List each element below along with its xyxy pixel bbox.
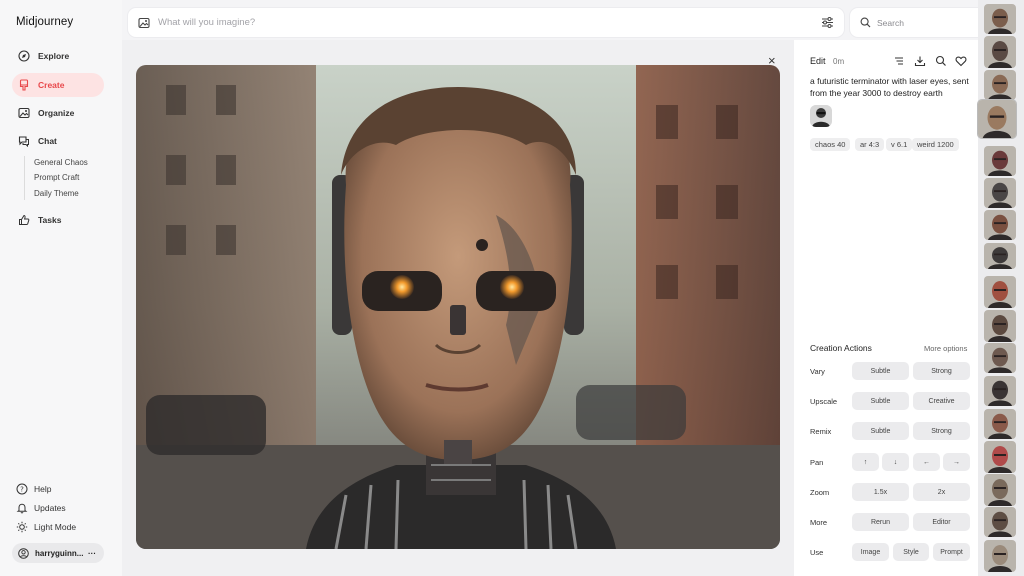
sidebar-item-explore[interactable]: Explore xyxy=(12,44,104,68)
bell-icon xyxy=(16,502,28,514)
svg-text:?: ? xyxy=(20,486,24,494)
search-bar[interactable] xyxy=(850,8,995,37)
zoom-2x-button[interactable]: 2x xyxy=(913,483,970,501)
history-thumbnail[interactable] xyxy=(984,409,1016,439)
more-icon[interactable]: ··· xyxy=(88,549,96,558)
sidebar-item-label: Chat xyxy=(38,136,57,146)
use-label: Use xyxy=(810,548,824,557)
filter-lines-icon[interactable] xyxy=(893,55,905,67)
more-options-link[interactable]: More options xyxy=(924,344,967,353)
history-thumbnail[interactable] xyxy=(984,146,1016,176)
chat-icon xyxy=(18,135,30,147)
sun-icon xyxy=(16,521,28,533)
upscale-subtle-button[interactable]: Subtle xyxy=(852,392,909,410)
rerun-button[interactable]: Rerun xyxy=(852,513,909,531)
pan-up-button[interactable]: ↑ xyxy=(852,453,879,471)
brush-icon xyxy=(18,79,30,91)
param-aspect-ratio[interactable]: ar 4:3 xyxy=(855,138,885,151)
param-chaos[interactable]: chaos 40 xyxy=(810,138,851,151)
use-style-button[interactable]: Style xyxy=(893,543,929,561)
pan-right-button[interactable]: → xyxy=(943,453,970,471)
history-thumbnail[interactable] xyxy=(984,276,1016,308)
sidebar-item-updates[interactable]: Updates xyxy=(16,502,66,514)
sidebar-item-tasks[interactable]: Tasks xyxy=(12,208,104,232)
use-prompt-button[interactable]: Prompt xyxy=(933,543,970,561)
history-thumbnail[interactable] xyxy=(984,507,1016,537)
help-icon: ? xyxy=(16,483,28,495)
sidebar-item-label: Organize xyxy=(38,108,75,118)
settings-sliders-icon[interactable] xyxy=(821,16,834,29)
image-icon xyxy=(18,107,30,119)
history-thumbnail[interactable] xyxy=(984,343,1016,373)
vary-label: Vary xyxy=(810,367,825,376)
history-thumbnail[interactable] xyxy=(984,243,1016,269)
sidebar-item-label: Updates xyxy=(34,503,66,513)
sidebar-item-organize[interactable]: Organize xyxy=(12,101,104,125)
author-avatar[interactable] xyxy=(810,105,832,127)
thumbs-up-icon xyxy=(18,214,30,226)
generated-image[interactable] xyxy=(136,65,780,549)
chat-room-daily-theme[interactable]: Daily Theme xyxy=(34,189,79,198)
prompt-text[interactable]: a futuristic terminator with laser eyes,… xyxy=(810,75,972,99)
use-image-button[interactable]: Image xyxy=(852,543,889,561)
pan-down-button[interactable]: ↓ xyxy=(882,453,909,471)
sidebar-item-help[interactable]: ? Help xyxy=(16,483,51,495)
avatar xyxy=(18,547,29,559)
search-input[interactable] xyxy=(877,17,977,28)
vary-strong-button[interactable]: Strong xyxy=(913,362,970,380)
history-thumbnail[interactable] xyxy=(984,4,1016,34)
image-age: 0m xyxy=(833,57,845,66)
upscale-label: Upscale xyxy=(810,397,838,406)
edit-button[interactable]: Edit xyxy=(810,56,826,66)
history-thumbnail[interactable] xyxy=(984,376,1016,406)
param-weird[interactable]: weird 1200 xyxy=(912,138,959,151)
history-thumbnail[interactable] xyxy=(978,100,1016,138)
history-thumbnail[interactable] xyxy=(984,540,1016,572)
sidebar: Midjourney Explore Create Organize Chat … xyxy=(0,0,122,576)
more-label: More xyxy=(810,518,828,527)
history-thumbnail[interactable] xyxy=(984,178,1016,208)
sidebar-item-chat[interactable]: Chat xyxy=(12,129,104,153)
pan-left-button[interactable]: ← xyxy=(913,453,940,471)
heart-icon[interactable] xyxy=(955,55,967,67)
sidebar-item-label: Create xyxy=(38,80,65,90)
chat-room-prompt-craft[interactable]: Prompt Craft xyxy=(34,173,79,182)
sidebar-item-label: Help xyxy=(34,484,52,494)
app-logo[interactable]: Midjourney xyxy=(16,16,73,28)
sidebar-item-create[interactable]: Create xyxy=(12,73,104,97)
vary-subtle-button[interactable]: Subtle xyxy=(852,362,909,380)
zoom-label: Zoom xyxy=(810,488,830,497)
user-menu[interactable]: harryguinn... ··· xyxy=(12,543,104,563)
search-similar-icon[interactable] xyxy=(935,55,947,67)
sidebar-item-light-mode[interactable]: Light Mode xyxy=(16,521,76,533)
upscale-creative-button[interactable]: Creative xyxy=(913,392,970,410)
sidebar-item-label: Tasks xyxy=(38,215,62,225)
zoom-1-5x-button[interactable]: 1.5x xyxy=(852,483,909,501)
chat-room-general-chaos[interactable]: General Chaos xyxy=(34,158,88,167)
remix-strong-button[interactable]: Strong xyxy=(913,422,970,440)
history-thumbnail[interactable] xyxy=(984,70,1016,100)
image-upload-icon[interactable] xyxy=(138,17,150,29)
history-thumbnail[interactable] xyxy=(984,36,1016,68)
chat-rooms-divider xyxy=(24,156,25,200)
history-thumbnail[interactable] xyxy=(984,474,1016,506)
search-icon xyxy=(860,17,871,28)
history-thumbnail[interactable] xyxy=(984,210,1016,240)
compass-icon xyxy=(18,50,30,62)
param-version[interactable]: v 6.1 xyxy=(886,138,913,151)
remix-subtle-button[interactable]: Subtle xyxy=(852,422,909,440)
username: harryguinn... xyxy=(35,548,84,558)
sidebar-item-label: Light Mode xyxy=(34,522,77,532)
history-thumbnail[interactable] xyxy=(984,310,1016,342)
prompt-bar[interactable] xyxy=(128,8,844,37)
editor-button[interactable]: Editor xyxy=(913,513,970,531)
pan-label: Pan xyxy=(810,458,824,467)
remix-label: Remix xyxy=(810,427,832,436)
download-icon[interactable] xyxy=(914,55,926,67)
creation-actions-title: Creation Actions xyxy=(810,343,872,353)
prompt-input[interactable] xyxy=(158,17,798,28)
sidebar-item-label: Explore xyxy=(38,51,70,61)
history-thumbnail[interactable] xyxy=(984,441,1016,473)
